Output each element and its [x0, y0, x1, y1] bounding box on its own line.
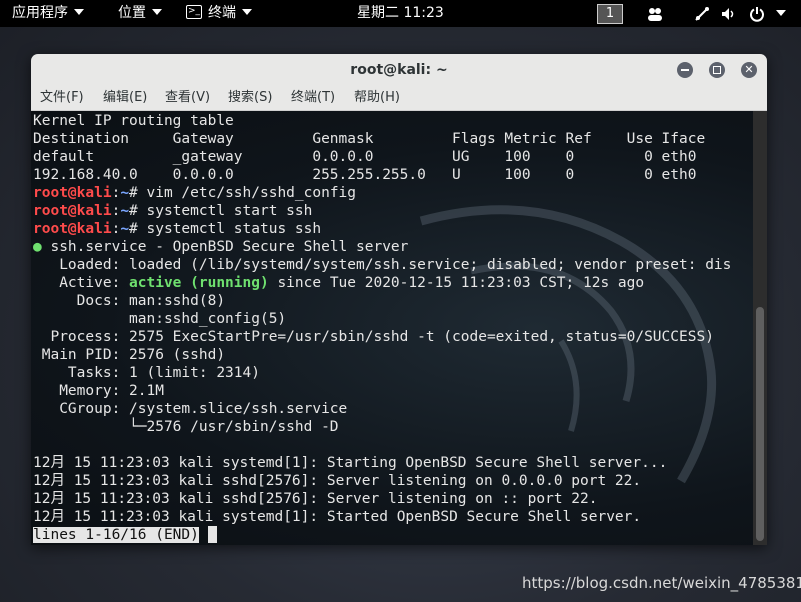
places-label: 位置 — [118, 5, 146, 21]
terminal-text: # systemctl start ssh — [129, 203, 313, 219]
terminal-text: Process: 2575 ExecStartPre=/usr/sbin/ssh… — [33, 329, 714, 345]
close-icon: ✕ — [744, 63, 754, 76]
status-active: active (running) — [129, 275, 269, 291]
terminal-line: Memory: 2.1M — [33, 382, 164, 400]
terminal-line: root@kali:~# systemctl status ssh — [33, 220, 321, 238]
prompt-user: root@kali — [33, 185, 112, 201]
terminal-line: root@kali:~# vim /etc/ssh/sshd_config — [33, 184, 356, 202]
terminal-line: Loaded: loaded (/lib/systemd/system/ssh.… — [33, 256, 731, 274]
power-icon[interactable] — [749, 6, 765, 22]
terminal-line: 12月 15 11:23:03 kali systemd[1]: Startin… — [33, 454, 667, 472]
menu-terminal[interactable]: 终端(T) — [291, 86, 335, 110]
top-panel: 应用程序 位置 >_ 终端 星期二 11:23 1 — [0, 0, 801, 27]
menu-help[interactable]: 帮助(H) — [354, 86, 400, 110]
minimize-icon — [681, 69, 689, 71]
menu-file[interactable]: 文件(F) — [40, 86, 84, 110]
close-button[interactable]: ✕ — [741, 62, 757, 78]
terminal-line: Main PID: 2576 (sshd) — [33, 346, 225, 364]
terminal-line: 12月 15 11:23:03 kali systemd[1]: Started… — [33, 508, 641, 526]
terminal-text: : — [111, 203, 121, 219]
prompt-user: root@kali — [33, 221, 112, 237]
minimize-button[interactable] — [677, 62, 693, 78]
terminal-text: : — [111, 185, 121, 201]
chevron-down-icon — [152, 9, 162, 15]
terminal-text: # vim /etc/ssh/sshd_config — [129, 185, 357, 201]
window-titlebar[interactable]: root@kali: ~ ✕ — [31, 54, 767, 86]
terminal-line: man:sshd_config(5) — [33, 310, 286, 328]
terminal-line: Destination Gateway Genmask Flags Metric… — [33, 130, 705, 148]
terminal-line: CGroup: /system.slice/ssh.service — [33, 400, 347, 418]
prompt-user: root@kali — [33, 203, 112, 219]
terminal-text: since Tue 2020-12-15 11:23:03 CST; 12s a… — [268, 275, 645, 291]
terminal-line: Active: active (running) since Tue 2020-… — [33, 274, 644, 292]
terminal-text: default _gateway 0.0.0.0 UG 100 0 0 eth0 — [33, 149, 697, 165]
places-menu[interactable]: 位置 — [118, 0, 162, 27]
prompt-path: ~ — [120, 185, 130, 201]
terminal-text: 192.168.40.0 0.0.0.0 255.255.255.0 U 100… — [33, 167, 697, 183]
terminal-text: 12月 15 11:23:03 kali sshd[2576]: Server … — [33, 473, 642, 489]
terminal-text: Main PID: 2576 (sshd) — [33, 347, 226, 363]
prompt-path: ~ — [120, 221, 130, 237]
terminal-text: Destination Gateway Genmask Flags Metric… — [33, 131, 706, 147]
terminal-text: # systemctl status ssh — [129, 221, 322, 237]
terminal-line: └─2576 /usr/sbin/sshd -D — [33, 418, 339, 436]
volume-icon[interactable] — [721, 6, 737, 22]
text-cursor — [207, 526, 217, 543]
terminal-text: └─2576 /usr/sbin/sshd -D — [33, 419, 339, 435]
pager-status: lines 1-16/16 (END) — [33, 527, 199, 543]
terminal-text: : — [111, 221, 121, 237]
terminal-window: root@kali: ~ ✕ 文件(F) 编辑(E) 查看(V) 搜索(S) 终… — [31, 54, 767, 545]
terminal-output[interactable]: Kernel IP routing table Destination Gatew… — [31, 111, 753, 545]
terminal-line: Docs: man:sshd(8) — [33, 292, 225, 310]
csdn-watermark: https://blog.csdn.net/weixin_47853811 — [522, 574, 801, 592]
pager-status-line: lines 1-16/16 (END) — [33, 526, 217, 544]
terminal-app-label: 终端 — [208, 5, 236, 21]
terminal-text: Loaded: loaded (/lib/systemd/system/ssh.… — [33, 257, 732, 273]
terminal-line: Tasks: 1 (limit: 2314) — [33, 364, 260, 382]
terminal-text: Memory: 2.1M — [33, 383, 164, 399]
terminal-line: 12月 15 11:23:03 kali sshd[2576]: Server … — [33, 490, 597, 508]
terminal-line: 192.168.40.0 0.0.0.0 255.255.255.0 U 100… — [33, 166, 696, 184]
terminal-line: default _gateway 0.0.0.0 UG 100 0 0 eth0 — [33, 148, 696, 166]
chevron-down-icon — [74, 9, 84, 15]
terminal-line: Process: 2575 ExecStartPre=/usr/sbin/ssh… — [33, 328, 714, 346]
terminal-line: Kernel IP routing table — [33, 112, 234, 130]
terminal-text: 12月 15 11:23:03 kali sshd[2576]: Server … — [33, 491, 598, 507]
terminal-text: 12月 15 11:23:03 kali systemd[1]: Startin… — [33, 455, 668, 471]
applications-menu[interactable]: 应用程序 — [12, 0, 84, 27]
terminal-line: 12月 15 11:23:03 kali sshd[2576]: Server … — [33, 472, 641, 490]
chevron-down-icon — [242, 9, 252, 15]
applications-label: 应用程序 — [12, 5, 68, 21]
window-title: root@kali: ~ — [350, 62, 448, 78]
terminal-icon: >_ — [186, 4, 202, 19]
menu-edit[interactable]: 编辑(E) — [103, 86, 147, 110]
terminal-text: 12月 15 11:23:03 kali systemd[1]: Started… — [33, 509, 642, 525]
terminal-line: root@kali:~# systemctl start ssh — [33, 202, 312, 220]
menu-view[interactable]: 查看(V) — [165, 86, 210, 110]
terminal-app-menu[interactable]: >_ 终端 — [186, 0, 252, 27]
terminal-text: CGroup: /system.slice/ssh.service — [33, 401, 348, 417]
status-dot-icon: ● — [33, 239, 42, 255]
terminal-text: Active: — [33, 275, 130, 291]
maximize-icon — [713, 66, 721, 74]
terminal-text: Tasks: 1 (limit: 2314) — [33, 365, 260, 381]
terminal-text: Kernel IP routing table — [33, 113, 234, 129]
terminal-text: Docs: man:sshd(8) — [33, 293, 226, 309]
people-icon[interactable] — [647, 6, 663, 22]
prompt-path: ~ — [120, 203, 130, 219]
terminal-line: ● ssh.service - OpenBSD Secure Shell ser… — [33, 238, 408, 256]
workspace-indicator[interactable]: 1 — [597, 4, 623, 24]
menu-bar: 文件(F) 编辑(E) 查看(V) 搜索(S) 终端(T) 帮助(H) — [31, 86, 767, 111]
maximize-button[interactable] — [709, 62, 725, 78]
terminal-text: man:sshd_config(5) — [33, 311, 287, 327]
network-icon[interactable] — [694, 6, 710, 22]
terminal-text: ssh.service - OpenBSD Secure Shell serve… — [41, 239, 409, 255]
scrollbar-thumb[interactable] — [756, 307, 764, 541]
clock[interactable]: 星期二 11:23 — [357, 0, 444, 27]
chevron-down-icon[interactable] — [776, 10, 786, 16]
menu-search[interactable]: 搜索(S) — [228, 86, 272, 110]
terminal-scrollbar[interactable] — [753, 111, 767, 545]
